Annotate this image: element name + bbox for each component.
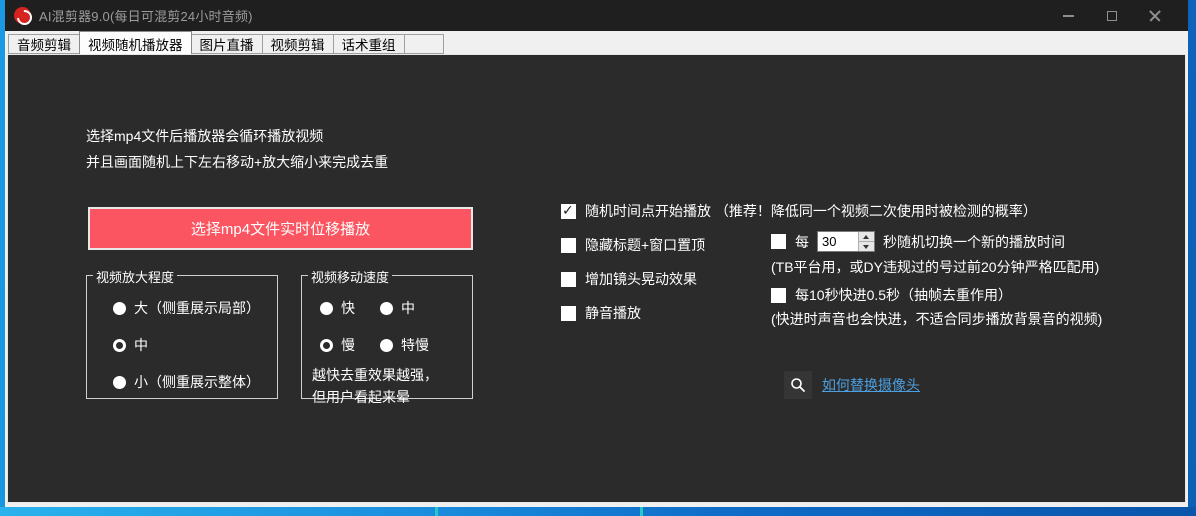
spinner-up-icon[interactable] [859, 232, 874, 242]
app-window: AI混剪器9.0(每日可混剪24小时音频) 音频剪辑 视频随机播放器 图片直播 … [5, 0, 1188, 507]
taskbar-divider [435, 507, 438, 516]
minimize-button[interactable] [1047, 0, 1090, 31]
checkbox-interval-switch[interactable]: 每 [771, 232, 809, 252]
desktop-background: AI混剪器9.0(每日可混剪24小时音频) 音频剪辑 视频随机播放器 图片直播 … [0, 0, 1196, 516]
video-zoom-group: 视频放大程度 大（侧重展示局部） 中 小（侧重展示整体） [86, 275, 278, 399]
camera-help-link[interactable]: 如何替换摄像头 [822, 375, 920, 395]
radio-zoom-small[interactable]: 小（侧重展示整体） [113, 372, 260, 392]
tab-audio-edit[interactable]: 音频剪辑 [8, 34, 80, 54]
intro-line-2: 并且画面随机上下左右移动+放大缩小来完成去重 [86, 149, 388, 175]
camera-help-row: 如何替换摄像头 [784, 371, 920, 399]
radio-zoom-medium[interactable]: 中 [113, 335, 260, 355]
radio-icon [320, 302, 333, 315]
intro-text: 选择mp4文件后播放器会循环播放视频 并且画面随机上下左右移动+放大缩小来完成去… [86, 123, 388, 175]
taskbar-strip [0, 507, 1196, 516]
checkbox-random-start-time[interactable]: 随机时间点开始播放 （推荐！降低同一个视频二次使用时被检测的概率） [561, 201, 1037, 221]
spinner-buttons [858, 232, 874, 251]
checkbox-icon [771, 288, 786, 303]
maximize-icon [1107, 11, 1117, 21]
close-icon [1149, 10, 1161, 22]
speed-note-line-2: 但用户看起来晕 [312, 386, 438, 408]
interval-switch-row: 每 秒随机切换一个新的播放时间 [771, 231, 1065, 252]
checkbox-icon [561, 272, 576, 287]
radio-speed-slow[interactable]: 慢 [320, 335, 380, 355]
minimize-icon [1063, 15, 1074, 17]
radio-speed-medium[interactable]: 中 [380, 298, 450, 318]
radio-speed-fast[interactable]: 快 [320, 298, 380, 318]
checkbox-icon [561, 306, 576, 321]
checkbox-icon [561, 238, 576, 253]
intro-line-1: 选择mp4文件后播放器会循环播放视频 [86, 123, 388, 149]
interval-note: (TB平台用，或DY违规过的号过前20分钟严格匹配用) [771, 257, 1099, 277]
tab-page-content: 选择mp4文件后播放器会循环播放视频 并且画面随机上下左右移动+放大缩小来完成去… [7, 54, 1186, 503]
spinner-down-icon[interactable] [859, 242, 874, 251]
speed-note-line-1: 越快去重效果越强， [312, 364, 438, 386]
tab-stub [404, 34, 444, 54]
titlebar: AI混剪器9.0(每日可混剪24小时音频) [5, 0, 1188, 31]
tab-image-live[interactable]: 图片直播 [191, 34, 263, 54]
video-speed-group-title: 视频移动速度 [308, 267, 392, 286]
window-title: AI混剪器9.0(每日可混剪24小时音频) [39, 6, 253, 25]
radio-selected-icon [113, 339, 126, 352]
window-controls [1047, 0, 1176, 31]
interval-seconds-spinner [817, 231, 875, 252]
checkbox-checked-icon [561, 204, 576, 219]
tab-bar: 音频剪辑 视频随机播放器 图片直播 视频剪辑 话术重组 [5, 31, 1188, 54]
radio-icon [113, 376, 126, 389]
video-zoom-group-title: 视频放大程度 [93, 267, 177, 286]
radio-selected-icon [320, 339, 333, 352]
tab-video-random-player[interactable]: 视频随机播放器 [79, 31, 192, 54]
radio-speed-very-slow[interactable]: 特慢 [380, 335, 450, 355]
select-mp4-button[interactable]: 选择mp4文件实时位移播放 [88, 207, 473, 250]
tab-script-remix[interactable]: 话术重组 [333, 34, 405, 54]
radio-icon [113, 302, 126, 315]
video-zoom-options: 大（侧重展示局部） 中 小（侧重展示整体） [113, 298, 260, 392]
app-logo-icon [14, 7, 31, 24]
tab-video-edit[interactable]: 视频剪辑 [262, 34, 334, 54]
search-icon [784, 371, 812, 399]
speed-note: 越快去重效果越强， 但用户看起来晕 [312, 364, 438, 408]
radio-zoom-large[interactable]: 大（侧重展示局部） [113, 298, 260, 318]
taskbar-divider [640, 507, 643, 516]
maximize-button[interactable] [1090, 0, 1133, 31]
fast-forward-note: (快进时声音也会快进，不适合同步播放背景音的视频) [771, 309, 1102, 329]
radio-icon [380, 302, 393, 315]
close-button[interactable] [1133, 0, 1176, 31]
interval-seconds-input[interactable] [818, 232, 858, 251]
video-speed-options: 快 中 慢 特慢 [320, 298, 450, 355]
checkbox-fast-forward[interactable]: 每10秒快进0.5秒（抽帧去重作用） [771, 285, 1012, 305]
video-speed-group: 视频移动速度 快 中 慢 特 [301, 275, 473, 399]
radio-icon [380, 339, 393, 352]
checkbox-icon [771, 234, 786, 249]
interval-suffix-label: 秒随机切换一个新的播放时间 [883, 232, 1065, 252]
